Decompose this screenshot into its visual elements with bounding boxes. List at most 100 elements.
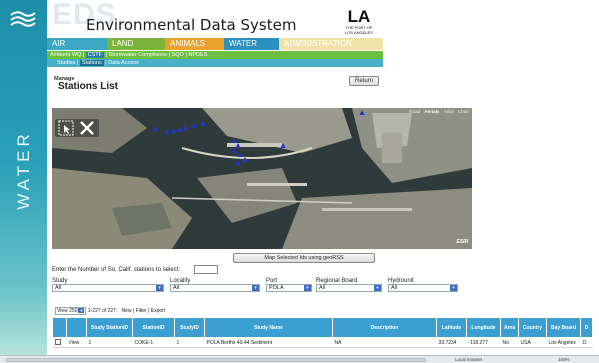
cell-study-name: POLA Berths 40-44 Sediment [204, 337, 333, 348]
filter-regional-board: Regional Board All ▼ [316, 278, 382, 292]
subnav-ambient-wq[interactable]: Ambient WQ | [50, 52, 86, 58]
map-georss-button[interactable]: Map Selected Ids using geoRSS [233, 253, 375, 263]
col-header-bay-board[interactable]: Bay Board [546, 317, 581, 338]
export-link[interactable]: Export [151, 308, 165, 314]
aerial-imagery [52, 108, 472, 249]
subnav-primary: Ambient WQ | CSTF | Stormwater Complianc… [47, 51, 383, 59]
main-tabs: AIR LAND ANIMALS WATER ADMINISTRATION [47, 38, 383, 50]
station-count-label: Enter the Number of So. Calif. stations … [52, 267, 181, 273]
view-link[interactable]: View [66, 337, 87, 348]
subnav-cstf[interactable]: CSTF [85, 52, 105, 58]
chevron-down-icon: ▼ [78, 308, 85, 313]
chevron-down-icon: ▼ [304, 285, 311, 291]
section-label-text: WATER [14, 130, 33, 210]
horizontal-scrollbar[interactable] [6, 358, 426, 362]
map-type-chart[interactable]: Chart [458, 109, 469, 114]
port-logo: LA THE PORT OF LOS ANGELES [344, 8, 374, 36]
col-header-description[interactable]: Description [332, 317, 437, 338]
port-logo-subtitle: THE PORT OF LOS ANGELES [345, 25, 373, 35]
app-title: Environmental Data System [86, 16, 297, 34]
cell-description: NA [332, 337, 437, 348]
col-header-extra[interactable]: D [580, 317, 593, 338]
tab-animals[interactable]: ANIMALS [165, 38, 224, 50]
cell-stationid: COKE-1 [132, 337, 175, 348]
study-select[interactable]: All ▼ [52, 284, 164, 292]
security-zone: Local intranet [455, 357, 483, 362]
port-select-value: POLA [269, 285, 284, 291]
col-header-select [52, 317, 67, 338]
filter-locality: Locality All ▼ [170, 278, 260, 292]
col-header-stationid[interactable]: StationID [132, 317, 175, 338]
subnav-stations[interactable]: Stations [79, 60, 104, 66]
col-header-study-name[interactable]: Study Name [204, 317, 333, 338]
table-row: View 1 COKE-1 1 POLA Berths 40-44 Sedime… [52, 337, 593, 348]
chevron-down-icon: ▼ [450, 285, 457, 291]
sidebar: WATER [0, 0, 47, 363]
regional-board-select-value: All [319, 285, 326, 291]
map-toolbar [55, 119, 99, 137]
study-select-value: All [55, 285, 62, 291]
map-type-switcher: Road Aerials Atlas Chart [406, 109, 469, 114]
cell-studyid: 1 [174, 337, 205, 348]
tab-administration[interactable]: ADMINISTRATION [279, 38, 383, 50]
header: EDS Environmental Data System LA THE POR… [47, 0, 599, 38]
select-tool-icon[interactable] [58, 120, 74, 136]
wave-logo-icon [8, 5, 38, 33]
map-type-road[interactable]: Road [409, 109, 420, 114]
cell-latitude: 33.7234 [436, 337, 467, 348]
subnav-other-links[interactable]: | Stormwater Compliance | SQO | NPDES [104, 52, 208, 58]
tab-air[interactable]: AIR [47, 38, 107, 50]
checkbox-box[interactable] [54, 338, 61, 345]
tab-land[interactable]: LAND [107, 38, 165, 50]
status-bar: Local intranet 100% [0, 355, 599, 363]
col-header-country[interactable]: Country [518, 317, 547, 338]
hydrounit-select[interactable]: All ▼ [388, 284, 458, 292]
cell-country: USA [518, 337, 547, 348]
zoom-level[interactable]: 100% [558, 357, 570, 362]
chevron-down-icon: ▼ [252, 285, 259, 291]
return-button[interactable]: Return [349, 76, 379, 86]
close-icon[interactable] [80, 121, 94, 135]
subnav-secondary: Studies | Stations | Data Access [47, 59, 383, 67]
subnav-data-access[interactable]: | Data Access [104, 60, 139, 66]
cell-extra: D [580, 337, 593, 348]
locality-select-value: All [173, 285, 180, 291]
stations-table: Study StationID StationID StudyID Study … [52, 317, 593, 348]
table-header-row: Study StationID StationID StudyID Study … [52, 317, 593, 338]
port-logo-mark: LA [347, 7, 371, 26]
row-checkbox[interactable] [52, 337, 67, 348]
col-header-longitude[interactable]: Longitude [466, 317, 501, 338]
col-header-action [66, 317, 87, 338]
port-select[interactable]: POLA ▼ [266, 284, 312, 292]
filter-link[interactable]: Filter [136, 308, 147, 314]
hydrounit-select-value: All [391, 285, 398, 291]
map-attribution: ESRI [456, 239, 468, 245]
subnav-studies[interactable]: Studies | [57, 60, 80, 66]
cell-area: No [500, 337, 519, 348]
filter-study: Study All ▼ [52, 278, 164, 292]
section-label: WATER [4, 130, 44, 210]
station-count-input[interactable] [194, 265, 218, 274]
app-window: WATER EDS Environmental Data System LA T… [0, 0, 599, 363]
locality-select[interactable]: All ▼ [170, 284, 260, 292]
col-header-area[interactable]: Area [500, 317, 519, 338]
chevron-down-icon: ▼ [156, 285, 163, 291]
station-map[interactable]: Road Aerials Atlas Chart ESRI [52, 108, 472, 249]
col-header-latitude[interactable]: Latitude [436, 317, 467, 338]
record-range: 1-227 of 227. [87, 308, 118, 314]
cell-study-stationid: 1 [86, 337, 133, 348]
map-type-aerials[interactable]: Aerials [424, 109, 439, 114]
filter-hydrounit: Hydrounit All ▼ [388, 278, 458, 292]
filter-port: Port POLA ▼ [266, 278, 312, 292]
page-size-select[interactable]: View 250 ▼ [55, 307, 87, 315]
col-header-study-stationid[interactable]: Study StationID [86, 317, 133, 338]
chevron-down-icon: ▼ [374, 285, 381, 291]
col-header-studyid[interactable]: StudyID [174, 317, 205, 338]
map-type-atlas[interactable]: Atlas [444, 109, 454, 114]
page-title: Stations List [58, 81, 119, 92]
tab-water[interactable]: WATER [224, 38, 279, 50]
new-link[interactable]: New [121, 308, 131, 314]
cell-longitude: -118.277 [466, 337, 501, 348]
table-controls: View 250 ▼ 1-227 of 227. New | Filter | E… [55, 307, 166, 315]
regional-board-select[interactable]: All ▼ [316, 284, 382, 292]
